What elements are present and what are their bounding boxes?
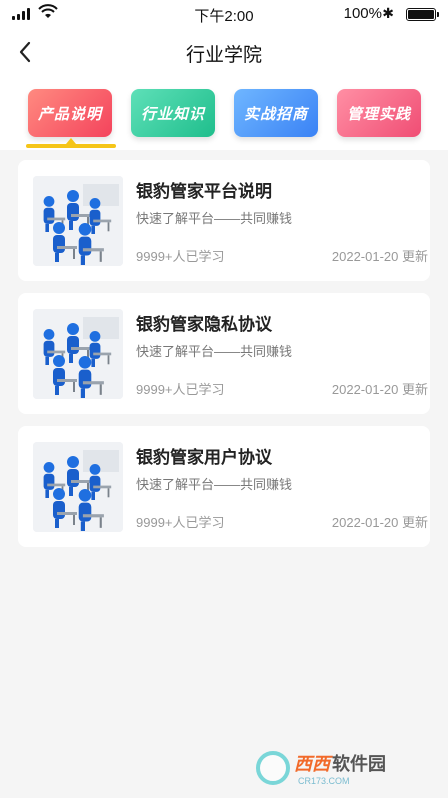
- article-title: 银豹管家隐私协议: [136, 315, 272, 334]
- tab-practical-recruiting[interactable]: 实战招商: [234, 89, 318, 137]
- article-subtitle: 快速了解平台——共同赚钱: [136, 344, 293, 359]
- battery-percent: 100%: [343, 5, 382, 22]
- article-subtitle: 快速了解平台——共同赚钱: [136, 211, 293, 226]
- learner-count: 9999+人已学习: [136, 515, 225, 530]
- article-card[interactable]: 银豹管家隐私协议 快速了解平台——共同赚钱 9999+人已学习 2022-01-…: [18, 293, 430, 414]
- tab-label: 行业知识: [140, 105, 205, 123]
- tab-label: 产品说明: [37, 105, 102, 123]
- category-tabs: 产品说明 行业知识 实战招商 管理实践: [0, 76, 448, 150]
- watermark-brand: 西西: [294, 754, 330, 774]
- classroom-image: [33, 442, 123, 532]
- article-card[interactable]: 银豹管家用户协议 快速了解平台——共同赚钱 9999+人已学习 2022-01-…: [18, 426, 430, 547]
- article-title: 银豹管家用户协议: [136, 448, 272, 467]
- page-title: 行业学院: [185, 45, 262, 66]
- battery-icon: [406, 8, 439, 21]
- logo-ring-icon: [256, 751, 290, 785]
- selected-tab-indicator: [26, 144, 116, 148]
- article-subtitle: 快速了解平台——共同赚钱: [136, 477, 293, 492]
- status-bar: 下午2:00 100% ✱: [0, 0, 448, 28]
- update-date: 2022-01-20 更新: [331, 382, 428, 397]
- learner-count: 9999+人已学习: [136, 249, 225, 264]
- article-title: 银豹管家平台说明: [136, 182, 272, 201]
- tab-label: 实战招商: [243, 105, 308, 123]
- classroom-image: [33, 309, 123, 399]
- tab-management-practice[interactable]: 管理实践: [337, 89, 421, 137]
- tab-label: 管理实践: [346, 105, 411, 123]
- tab-industry-knowledge[interactable]: 行业知识: [131, 89, 215, 137]
- update-date: 2022-01-20 更新: [331, 515, 428, 530]
- tab-product-intro[interactable]: 产品说明: [28, 89, 112, 137]
- nav-bar: 行业学院: [0, 28, 448, 76]
- learner-count: 9999+人已学习: [136, 382, 225, 397]
- watermark-site: CR173.COM: [298, 776, 350, 786]
- watermark-logo: 西西 软件园 CR173.COM: [256, 748, 432, 788]
- update-date: 2022-01-20 更新: [331, 249, 428, 264]
- classroom-image: [33, 176, 123, 266]
- article-card[interactable]: 银豹管家平台说明 快速了解平台——共同赚钱 9999+人已学习 2022-01-…: [18, 160, 430, 281]
- bluetooth-icon: ✱: [382, 5, 394, 21]
- watermark-brand-suffix: 软件园: [332, 754, 386, 774]
